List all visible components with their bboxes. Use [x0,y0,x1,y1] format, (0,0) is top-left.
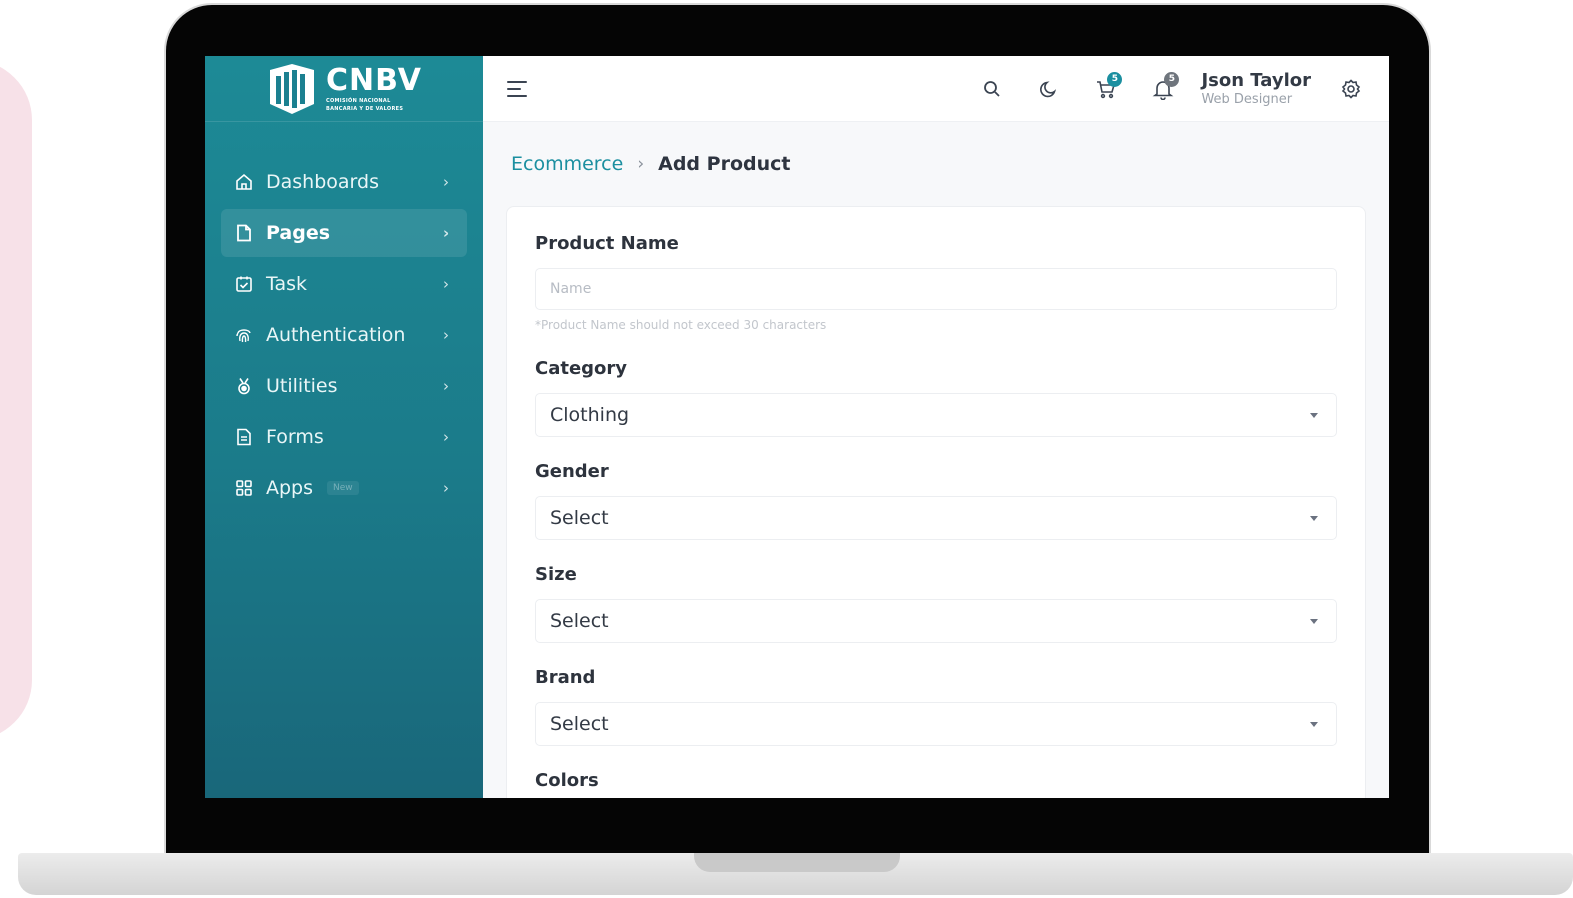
task-icon [235,275,253,293]
product-name-help: *Product Name should not exceed 30 chara… [535,318,827,332]
product-name-input[interactable] [535,268,1337,310]
user-role: Web Designer [1201,92,1293,107]
grid-icon [235,479,253,497]
notifications-button[interactable]: 5 [1145,71,1181,107]
sidebar-item-forms[interactable]: Forms › [221,413,467,461]
product-name-label: Product Name [535,233,679,254]
app-screen: CNBV COMISIÓN NACIONAL BANCARIA Y DE VAL… [205,56,1389,798]
breadcrumb: Ecommerce › Add Product [506,122,1366,206]
add-product-form: Product Name *Product Name should not ex… [506,206,1366,798]
brand-label: Brand [535,667,596,688]
logo-area: CNBV COMISIÓN NACIONAL BANCARIA Y DE VAL… [205,56,483,122]
sidebar-item-label: Forms [266,426,324,448]
gender-value: Select [550,507,609,529]
sidebar-item-task[interactable]: Task › [221,260,467,308]
brand-select[interactable]: Select [535,702,1337,746]
gender-select[interactable]: Select [535,496,1337,540]
topbar: 5 5 Json Taylor Web Designer [483,56,1389,122]
brand-subtitle-2: BANCARIA Y DE VALORES [326,105,404,112]
search-icon [984,80,1001,97]
brand-name: CNBV [326,62,422,98]
sidebar-item-apps[interactable]: Apps New › [221,464,467,512]
settings-button[interactable] [1337,75,1365,103]
medal-icon [235,377,253,395]
cart-button[interactable]: 5 [1088,71,1124,107]
laptop-notch [694,853,900,872]
chevron-right-icon: › [443,275,449,293]
sidebar-item-dashboards[interactable]: Dashboards › [221,158,467,206]
sidebar-item-label: Pages [266,222,331,244]
gender-label: Gender [535,461,609,482]
chevron-right-icon: › [443,326,449,344]
chevron-right-icon: › [443,224,450,242]
page-content: Ecommerce › Add Product Product Name *Pr… [483,122,1389,798]
cnbv-logo-icon [270,63,314,114]
category-select[interactable]: Clothing [535,393,1337,437]
brand-value: Select [550,713,609,735]
caret-down-icon [1310,721,1318,727]
size-select[interactable]: Select [535,599,1337,643]
brand-subtitle-1: COMISIÓN NACIONAL [326,97,391,104]
home-icon [235,173,253,191]
brand-logo[interactable]: CNBV COMISIÓN NACIONAL BANCARIA Y DE VAL… [266,62,422,116]
main-area: 5 5 Json Taylor Web Designer Ecommerce ›… [483,56,1389,798]
sidebar-item-utilities[interactable]: Utilities › [221,362,467,410]
sidebar-item-label: Authentication [266,324,406,346]
page-title: Add Product [658,153,791,175]
breadcrumb-ecommerce-link[interactable]: Ecommerce [511,153,623,175]
sidebar-item-label: Task [266,273,308,295]
category-value: Clothing [550,404,630,426]
file-icon [235,224,253,242]
search-button[interactable] [974,71,1010,107]
size-value: Select [550,610,609,632]
caret-down-icon [1310,515,1318,521]
sidebar-nav: Dashboards › Pages › Task › Authenticati… [205,158,483,512]
category-label: Category [535,358,628,379]
cart-count-badge: 5 [1107,71,1123,87]
colors-label: Colors [535,770,599,791]
sidebar-item-label: Dashboards [266,171,379,193]
sidebar-item-label: Utilities [266,375,338,397]
decorative-panel [0,60,32,740]
chevron-right-icon: › [637,154,645,174]
sidebar-item-label: Apps [266,477,314,499]
document-icon [235,428,253,446]
caret-down-icon [1310,412,1318,418]
sidebar-item-pages[interactable]: Pages › [221,209,467,257]
size-label: Size [535,564,577,585]
gear-icon [1341,78,1361,99]
moon-icon [1040,80,1057,97]
stage: CNBV COMISIÓN NACIONAL BANCARIA Y DE VAL… [0,0,1573,898]
chevron-right-icon: › [443,377,449,395]
fingerprint-icon [235,326,253,344]
theme-toggle-button[interactable] [1031,71,1067,107]
sidebar: CNBV COMISIÓN NACIONAL BANCARIA Y DE VAL… [205,56,483,798]
menu-toggle-button[interactable] [507,78,533,100]
notification-count-badge: 5 [1164,71,1180,87]
sidebar-item-authentication[interactable]: Authentication › [221,311,467,359]
chevron-right-icon: › [443,479,449,497]
user-menu[interactable]: Json Taylor Web Designer [1201,70,1311,107]
chevron-right-icon: › [443,173,449,191]
caret-down-icon [1310,618,1318,624]
new-badge: New [327,481,359,495]
chevron-right-icon: › [443,428,449,446]
user-name: Json Taylor [1201,70,1311,91]
